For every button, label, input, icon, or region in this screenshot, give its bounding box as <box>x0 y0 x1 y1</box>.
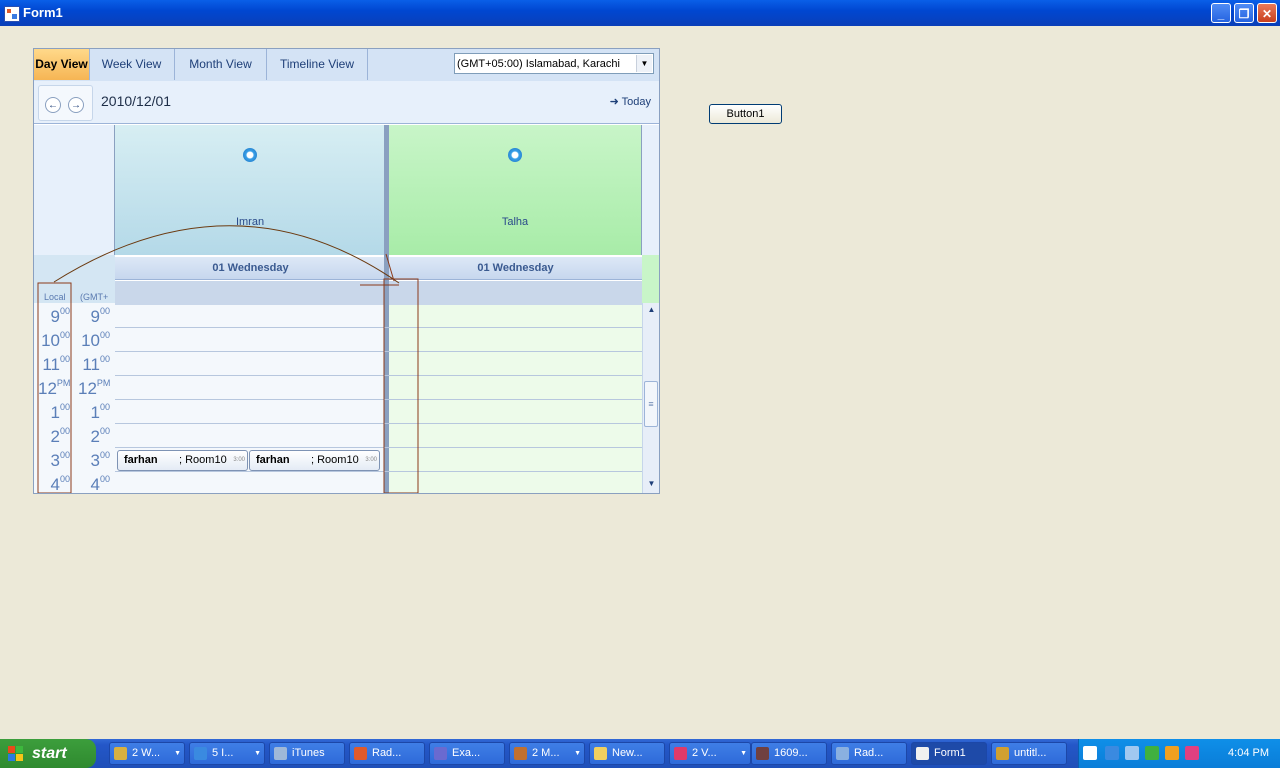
network-icon[interactable] <box>1125 746 1139 760</box>
document-icon <box>836 747 849 760</box>
windows-logo-icon <box>8 746 24 762</box>
button1[interactable]: Button1 <box>709 104 782 124</box>
taskbar-item[interactable]: untitl... <box>991 742 1067 765</box>
app-icon <box>514 747 527 760</box>
taskbar-item[interactable]: Rad... <box>831 742 907 765</box>
tray-icon[interactable] <box>1165 746 1179 760</box>
paint-icon <box>996 747 1009 760</box>
tray-icon[interactable] <box>1145 746 1159 760</box>
scheduler: Day View Week View Month View Timeline V… <box>33 48 660 494</box>
taskbar-item[interactable]: 2 M... ▼ <box>509 742 585 765</box>
minimize-button[interactable]: _ <box>1211 3 1231 23</box>
folder-icon <box>114 747 127 760</box>
taskbar-item[interactable]: 1609... <box>751 742 827 765</box>
app-icon <box>756 747 769 760</box>
tray-icon[interactable] <box>1105 746 1119 760</box>
folder-icon <box>594 747 607 760</box>
system-tray: 4:04 PM <box>1078 739 1280 768</box>
form-app-icon <box>4 6 20 22</box>
window-title: Form1 <box>23 5 63 20</box>
taskbar: start 2 W... ▼ 5 I... ▼ iTunes Rad... Exa.… <box>0 739 1280 768</box>
title-bar: Form1 _ ❐ ✕ <box>0 0 1280 26</box>
restore-button[interactable]: ❐ <box>1234 3 1254 23</box>
app-icon <box>434 747 447 760</box>
taskbar-item[interactable]: 2 W... ▼ <box>109 742 185 765</box>
itunes-icon <box>274 747 287 760</box>
annotation-arrowhead <box>360 253 399 286</box>
form-app-icon <box>916 747 929 760</box>
ie-icon <box>194 747 207 760</box>
clock: 4:04 PM <box>1228 747 1269 759</box>
taskbar-item[interactable]: 5 I... ▼ <box>189 742 265 765</box>
taskbar-item[interactable]: Exa... <box>429 742 505 765</box>
start-button[interactable]: start <box>0 739 96 768</box>
annotation-box-local <box>37 282 72 493</box>
annotation-box-separator <box>383 278 419 493</box>
taskbar-item-active[interactable]: Form1 <box>911 742 987 765</box>
taskbar-item[interactable]: New... <box>589 742 665 765</box>
tray-icon[interactable] <box>1185 746 1199 760</box>
app-icon <box>674 747 687 760</box>
close-button[interactable]: ✕ <box>1257 3 1277 23</box>
app-icon <box>354 747 367 760</box>
annotation-overlay <box>37 225 419 493</box>
taskbar-item[interactable]: 2 V... ▼ <box>669 742 751 765</box>
annotation-arrow <box>53 225 400 284</box>
taskbar-item[interactable]: iTunes <box>269 742 345 765</box>
taskbar-item[interactable]: Rad... <box>349 742 425 765</box>
help-icon[interactable] <box>1083 746 1097 760</box>
